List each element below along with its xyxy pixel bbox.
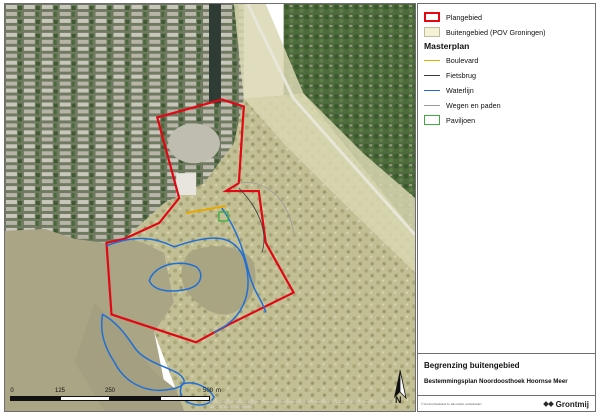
legend-label: Plangebied [446,12,482,22]
footer-block: © Grontmij Nederland bv. alle rechten vo… [418,395,595,412]
map-title: Begrenzing buitengebied [424,361,520,370]
legend-panel: Plangebied Buitengebied (POV Groningen) … [417,3,596,412]
scale-segment [10,396,60,401]
logo-text: Grontmij [555,399,589,409]
scale-segment [110,396,160,401]
circular-development [168,123,220,164]
scale-segment [160,396,210,401]
scale-tick-label: 0 [10,388,14,394]
legend-label: Wegen en paden [446,100,501,110]
legend-item-fietsbrug: Fietsbrug [424,69,476,81]
legend-key-blue-line [424,85,440,95]
map-subtitle: Bestemmingsplan Noordoosthoek Hoornse Me… [424,378,568,385]
legend-label: Waterlijn [446,85,474,95]
scale-tick-label: 500 [202,388,214,394]
canal [209,4,221,104]
scale-tick-label: 125 [54,388,66,394]
legend-heading: Masterplan [424,41,470,51]
legend-item-paviljoen: Paviljoen [424,114,475,126]
legend-label: Fietsbrug [446,70,476,80]
legend-key-orange-line [424,55,440,65]
legend-key-pale-rect [424,27,440,37]
legend-item-waterlijn: Waterlijn [424,84,474,96]
footer-copyright: © Grontmij Nederland bv. alle rechten vo… [421,403,482,406]
legend-key-red-rect [424,12,440,22]
logo-icon [543,399,554,409]
map-credit: Bron: DigitalGlobe, GeoEye, Earthstar Ge… [210,399,398,409]
map-canvas [5,4,415,411]
legend-label: Buitengebied (POV Groningen) [446,27,546,37]
legend-label: Boulevard [446,55,479,65]
scale-tick-label: 250 [104,388,116,394]
tower-building [176,173,197,196]
scale-unit-label: m [216,388,221,394]
scale-segment [60,396,110,401]
legend-label: Paviljoen [446,115,476,125]
scale-bar [10,396,210,401]
north-label: N [395,395,402,405]
aerial-map[interactable] [4,3,416,412]
legend-key-dark-line [424,70,440,80]
legend-item-wegen: Wegen en paden [424,99,501,111]
legend-item-boulevard: Boulevard [424,54,478,66]
company-logo: Grontmij [543,399,589,409]
legend-key-green-rect [424,115,440,125]
legend-key-grey-line [424,100,440,110]
legend-item-plangebied: Plangebied [424,11,482,23]
title-block: Begrenzing buitengebied Bestemmingsplan … [418,353,595,395]
legend-item-buitengebied: Buitengebied (POV Groningen) [424,26,546,38]
